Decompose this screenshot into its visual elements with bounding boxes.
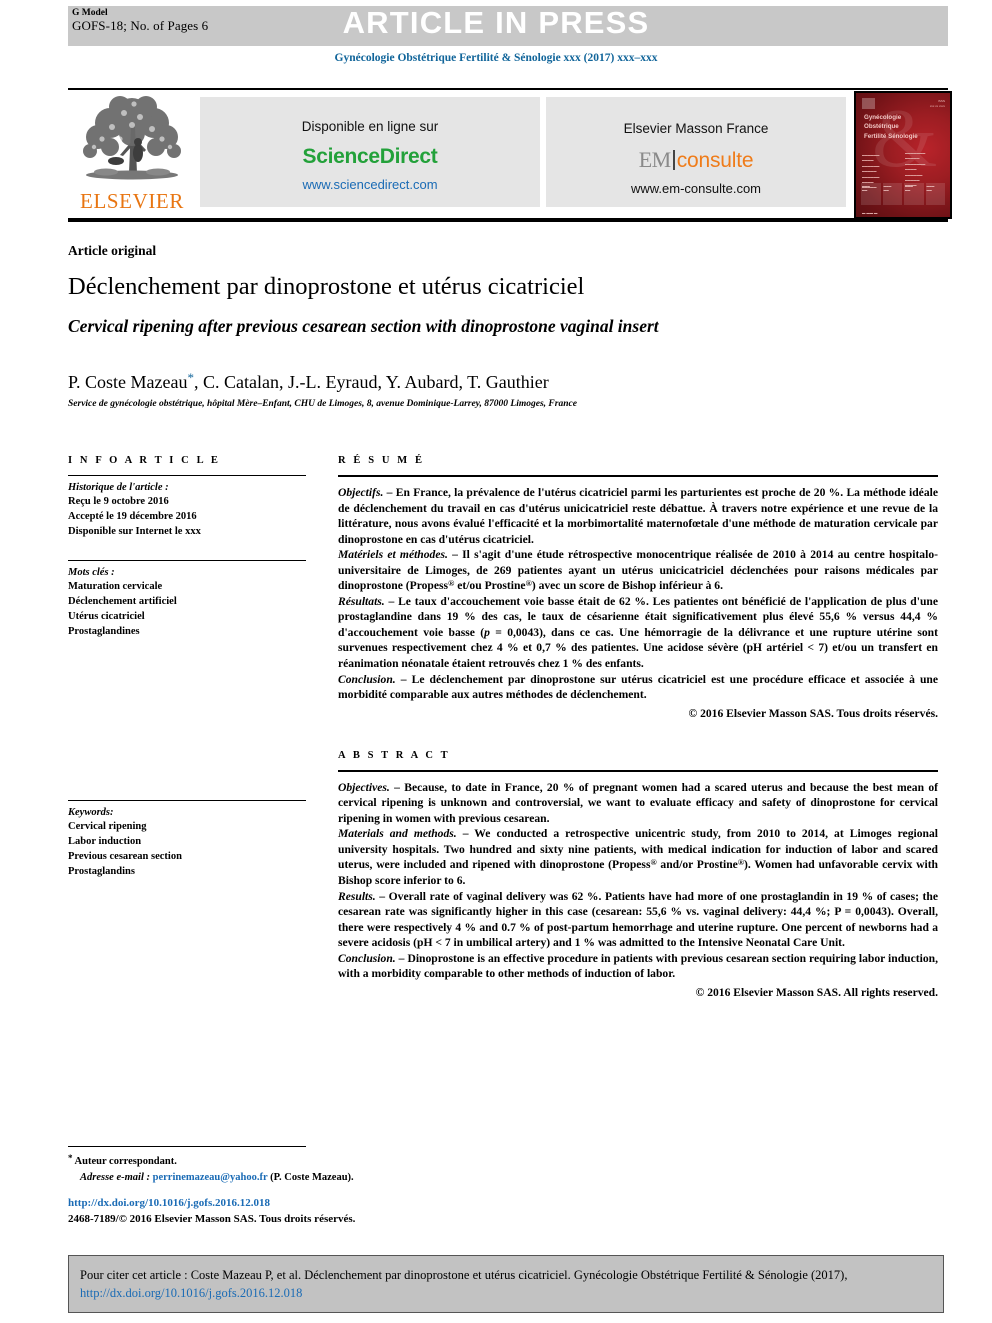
email-owner: (P. Coste Mazeau). — [270, 1171, 354, 1183]
corresponding-author-note: * Auteur correspondant. — [68, 1152, 668, 1170]
elsevier-wordmark: ELSEVIER — [80, 189, 184, 213]
elsevier-masson-france-label: Elsevier Masson France — [623, 121, 769, 136]
cover-title: Gynécologie Obstétrique Fertilité Sénolo… — [864, 114, 918, 140]
affiliation: Service de gynécologie obstétrique, hôpi… — [68, 399, 577, 409]
keyword-fr-item: Utérus cicatriciel — [68, 611, 145, 623]
em-logo-right: consulte — [676, 149, 754, 172]
cover-footer-mark: ▬ ▬▬ ▬ — [862, 211, 878, 215]
elsevier-tree-icon — [83, 96, 181, 180]
elsevier-logo: ELSEVIER — [68, 93, 196, 215]
abstract-conclusion-label: Conclusion. — [338, 951, 396, 965]
keyword-en-item: Prostaglandins — [68, 866, 135, 878]
resume-materiels: Matériels et méthodes. – Il s'agit d'une… — [338, 547, 938, 594]
footnote-star-marker: * — [68, 1153, 73, 1163]
corresponding-author-label: Auteur correspondant. — [74, 1156, 177, 1167]
abstract-copyright: © 2016 Elsevier Masson SAS. All rights r… — [695, 985, 938, 999]
journal-cover-thumbnail: ISSN xxx xx xxxx & Gynécologie Obstétriqu… — [854, 91, 952, 219]
cover-bottom-boxes: ▬▬▬ ▬▬ ▬▬▬ ▬▬ ▬▬▬ ▬▬ ▬▬▬ ▬▬ — [861, 183, 945, 205]
resume-objectifs-label: Objectifs. — [338, 486, 384, 499]
abstract-objectives-label: Objectives. — [338, 780, 390, 794]
resume-conclusion-text: – Le déclenchement par dinoprostone sur … — [338, 672, 938, 702]
abstract-conclusion: Conclusion. – Dinoprostone is an effecti… — [338, 951, 938, 982]
masthead: ELSEVIER Disponible en ligne sur Science… — [68, 91, 952, 219]
keyword-en-item: Cervical ripening — [68, 820, 147, 832]
resume-materiels-label: Matériels et méthodes. — [338, 548, 448, 562]
resume-resultats: Résultats. – Le taux d'accouchement voie… — [338, 594, 938, 672]
abstract-results-label: Results. — [338, 889, 376, 903]
resume-resultats-label: Résultats. — [338, 594, 385, 608]
citation-doi-link[interactable]: http://dx.doi.org/10.1016/j.gofs.2016.12… — [80, 1286, 302, 1300]
sciencedirect-available-label: Disponible en ligne sur — [301, 119, 439, 134]
abstract-results-text: – Overall rate of vaginal delivery was 6… — [338, 889, 938, 950]
email-address-link[interactable]: perrinemazeau@yahoo.fr — [153, 1172, 268, 1183]
abstract-objectives-text: – Because, to date in France, 20 % of pr… — [338, 780, 938, 825]
resume-copyright: © 2016 Elsevier Masson SAS. Tous droits … — [688, 706, 938, 720]
keyword-fr-item: Déclenchement artificiel — [68, 595, 177, 607]
masthead-top-rule — [68, 88, 948, 90]
article-type-label: Article original — [68, 243, 157, 258]
keywords-en-title: Keywords: — [68, 806, 114, 818]
email-label: Adresse e-mail : — [80, 1171, 150, 1183]
history-online: Disponible sur Internet le xxx — [68, 526, 201, 538]
info-article-column: I N F O A R T I C L E Historique de l'ar… — [68, 455, 306, 879]
abstract-materials-text-b: and/or Prostine — [656, 858, 738, 872]
sciencedirect-logo: ScienceDirect — [302, 145, 438, 168]
em-logo-divider — [672, 150, 675, 170]
resume-materiels-text-c: ) avec un score de Bishop inférieur à 6. — [531, 579, 723, 593]
author-list: P. Coste Mazeau*, C. Catalan, J.-L. Eyra… — [68, 370, 928, 393]
abstract-divider — [338, 769, 938, 772]
abstract-objectives: Objectives. – Because, to date in France… — [338, 780, 938, 827]
resume-divider — [338, 475, 938, 477]
article-in-press-text: ARTICLE IN PRESS — [342, 5, 650, 40]
abstract-conclusion-text: – Dinoprostone is an effective procedure… — [338, 951, 938, 981]
keyword-en-item: Labor induction — [68, 835, 142, 847]
abstract-column: R É S U M É Objectifs. – En France, la p… — [338, 455, 938, 999]
keyword-fr-item: Prostaglandines — [68, 626, 140, 638]
sciencedirect-url[interactable]: www.sciencedirect.com — [200, 177, 540, 192]
citation-prefix: Pour citer cet article : Coste Mazeau P,… — [80, 1268, 848, 1282]
citation-text: Pour citer cet article : Coste Mazeau P,… — [80, 1266, 932, 1302]
keyword-fr-item: Maturation cervicale — [68, 580, 163, 592]
keywords-fr-title: Mots clés : — [68, 566, 115, 578]
issn-copyright-line: 2468-7189/© 2016 Elsevier Masson SAS. To… — [68, 1212, 356, 1225]
page-subtitle: Cervical ripening after previous cesarea… — [68, 316, 659, 336]
resume-conclusion-label: Conclusion. — [338, 672, 396, 686]
info-divider-3 — [68, 799, 306, 801]
resume-materiels-text-b: et/ou Prostine — [454, 579, 526, 593]
info-article-heading: I N F O A R T I C L E — [68, 455, 221, 466]
em-logo-left: EM — [638, 147, 672, 172]
resume-objectifs: Objectifs. – En France, la prévalence de… — [338, 485, 938, 547]
author-first: P. Coste Mazeau — [68, 372, 188, 392]
resume-heading: R É S U M É — [338, 455, 425, 466]
doi-link[interactable]: http://dx.doi.org/10.1016/j.gofs.2016.12… — [68, 1196, 355, 1212]
abstract-materials: Materials and methods. – We conducted a … — [338, 826, 938, 888]
resume-objectifs-text: – En France, la prévalence de l'utérus c… — [338, 486, 938, 546]
footnote-rule — [68, 1146, 306, 1147]
resume-conclusion: Conclusion. – Le déclenchement par dinop… — [338, 672, 938, 703]
em-consulte-logo: EM consulte — [546, 147, 846, 172]
abstract-materials-label: Materials and methods. — [338, 827, 457, 841]
history-received: Reçu le 9 octobre 2016 — [68, 496, 169, 507]
history-accepted: Accepté le 19 décembre 2016 — [68, 511, 197, 523]
doi-block: http://dx.doi.org/10.1016/j.gofs.2016.12… — [68, 1196, 355, 1228]
footnote-block: * Auteur correspondant. Adresse e-mail :… — [68, 1152, 668, 1186]
abstract-results: Results. – Overall rate of vaginal deliv… — [338, 889, 938, 951]
author-rest: , C. Catalan, J.-L. Eyraud, Y. Aubard, T… — [193, 372, 549, 392]
masthead-bottom-rule — [68, 218, 948, 222]
history-title: Historique de l'article : — [68, 482, 169, 493]
abstract-heading: A B S T R A C T — [338, 749, 451, 761]
page-title: Déclenchement par dinoprostone et utérus… — [68, 273, 585, 300]
em-consulte-box[interactable]: Elsevier Masson France EM consulte www.em… — [546, 97, 846, 207]
email-note: Adresse e-mail : perrinemazeau@yahoo.fr … — [68, 1170, 668, 1186]
article-first-page: G Model GOFS-18; No. of Pages 6 ARTICLE … — [0, 0, 992, 1323]
info-divider-2 — [68, 559, 306, 561]
journal-reference-line: Gynécologie Obstétrique Fertilité & Séno… — [334, 52, 658, 64]
keyword-en-item: Previous cesarean section — [68, 850, 182, 862]
sciencedirect-box[interactable]: Disponible en ligne sur ScienceDirect ww… — [200, 97, 540, 207]
info-divider-1 — [68, 475, 306, 476]
em-consulte-url[interactable]: www.em-consulte.com — [546, 181, 846, 196]
